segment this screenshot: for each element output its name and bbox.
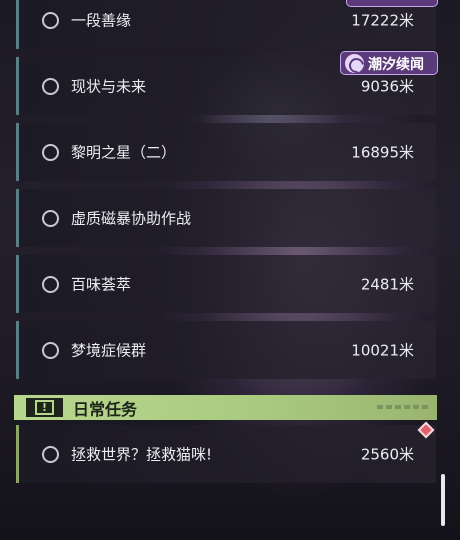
- track-radio-icon[interactable]: [42, 210, 59, 227]
- quest-name: 黎明之星（二）: [71, 143, 177, 162]
- quest-distance: 16895米: [351, 143, 414, 162]
- quest-name: 梦境症候群: [71, 341, 147, 360]
- watermark: 潮汐续闻: [340, 51, 438, 75]
- game-logo-icon: [345, 54, 364, 73]
- quest-list: 一段善缘 17222米 现状与未来 9036米 黎明之星（二） 16895米 虚…: [0, 0, 460, 540]
- quest-distance: 9036米: [360, 77, 414, 96]
- quest-name: 虚质磁暴协助作战: [71, 209, 192, 228]
- track-radio-icon[interactable]: [42, 342, 59, 359]
- header-decoration: [377, 405, 429, 409]
- scrollbar-thumb[interactable]: [441, 474, 445, 526]
- quest-distance: 2560米: [360, 445, 414, 464]
- quest-row[interactable]: 拯救世界？拯救猫咪! 2560米: [16, 425, 436, 483]
- alert-icon: !: [26, 398, 63, 417]
- quest-row[interactable]: 梦境症候群 10021米: [16, 321, 436, 379]
- quest-name: 一段善缘: [71, 11, 132, 30]
- quest-row[interactable]: 虚质磁暴协助作战: [16, 189, 436, 247]
- quest-name: 百味荟萃: [71, 275, 132, 294]
- quest-row[interactable]: 黎明之星（二） 16895米: [16, 123, 436, 181]
- watermark-tab: [346, 0, 438, 7]
- quest-name: 拯救世界？拯救猫咪!: [71, 445, 213, 464]
- watermark-text: 潮汐续闻: [368, 57, 424, 73]
- quest-distance: 17222米: [351, 11, 414, 30]
- track-radio-icon[interactable]: [42, 144, 59, 161]
- quest-distance: 2481米: [360, 275, 414, 294]
- quest-name: 现状与未来: [71, 77, 147, 96]
- quest-row[interactable]: 百味荟萃 2481米: [16, 255, 436, 313]
- track-radio-icon[interactable]: [42, 446, 59, 463]
- section-title: 日常任务: [73, 400, 138, 419]
- daily-quests-header[interactable]: ! 日常任务: [14, 395, 437, 420]
- track-radio-icon[interactable]: [42, 12, 59, 29]
- quest-row[interactable]: 一段善缘 17222米: [16, 0, 436, 49]
- track-radio-icon[interactable]: [42, 276, 59, 293]
- track-radio-icon[interactable]: [42, 78, 59, 95]
- quest-distance: 10021米: [351, 341, 414, 360]
